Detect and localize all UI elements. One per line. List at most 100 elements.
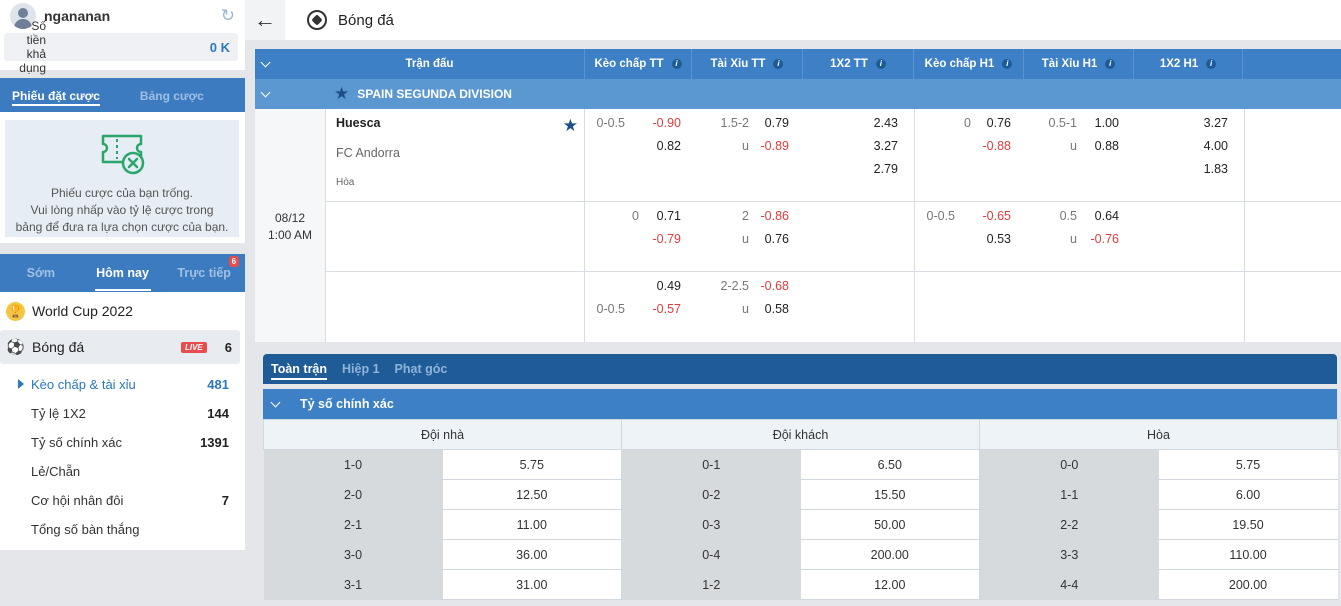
sport-world-cup[interactable]: 🏆 World Cup 2022 [0, 294, 240, 328]
ou-line: 0.5-1 [1048, 116, 1078, 130]
tab-full-match[interactable]: Toàn trận [271, 362, 328, 380]
col-match: Trận đấu [275, 49, 585, 79]
odds-value[interactable]: 0.88 [1079, 139, 1119, 153]
soccer-ball-icon [307, 10, 327, 30]
score-odds[interactable]: 5.75 [1158, 449, 1338, 480]
odds-value[interactable]: 0.76 [971, 116, 1011, 130]
bet-slip-tabs: Phiếu đặt cược Bảng cược [0, 78, 245, 112]
col-draw: Hòa [979, 419, 1338, 450]
odds-value[interactable]: -0.86 [749, 209, 790, 223]
bet-type-total-goals[interactable]: Tổng số bàn thắng [0, 515, 245, 544]
league-chevron-icon[interactable] [255, 87, 275, 97]
odds-value[interactable]: -0.76 [1079, 232, 1120, 246]
col-1x2-ft-label: 1X2 TT [830, 58, 868, 70]
odds-value[interactable]: -0.65 [971, 209, 1012, 223]
odds-value[interactable]: -0.90 [641, 116, 682, 130]
odds-value[interactable]: 0.71 [641, 209, 681, 223]
tab-bet-slip[interactable]: Phiếu đặt cược [12, 78, 100, 112]
odds-value[interactable]: 3.27 [858, 139, 898, 153]
col-hdp-ft-label: Kèo chấp TT [594, 58, 664, 70]
odds-value[interactable]: 0.82 [641, 139, 681, 153]
score-odds[interactable]: 200.00 [800, 539, 980, 570]
info-icon[interactable]: i [1206, 59, 1217, 69]
score-odds[interactable]: 36.00 [442, 539, 622, 570]
tab-live[interactable]: Trực tiếp 6 [163, 254, 245, 292]
col-home: Đội nhà [263, 419, 622, 450]
odds-value[interactable]: 1.83 [1188, 162, 1228, 176]
col-match-label: Trận đấu [405, 58, 454, 70]
info-icon[interactable]: i [773, 59, 784, 69]
left-sidebar: ngananan ↻ Số tiền khả dụng 0 K Phiếu đặ… [0, 0, 245, 606]
h1-odds-cell: 0-0.5 -0.65 0.53 0.5 0.64 u -0.76 [915, 202, 1245, 271]
league-star-icon[interactable]: ★ [334, 84, 349, 104]
odds-value[interactable]: 1.00 [1079, 116, 1119, 130]
league-name: SPAIN SEGUNDA DIVISION [357, 87, 512, 101]
score-odds[interactable]: 6.50 [800, 449, 980, 480]
ou-line: 2-2.5 [720, 279, 750, 293]
app-root: ngananan ↻ Số tiền khả dụng 0 K Phiếu đặ… [0, 0, 1341, 606]
odds-value[interactable]: -0.89 [749, 139, 790, 153]
empty-ticket-icon [101, 134, 145, 175]
tab-early[interactable]: Sớm [0, 254, 82, 292]
match-teams-cell [326, 272, 585, 342]
collapse-all-chevron-icon[interactable] [255, 49, 275, 79]
tab-today[interactable]: Hôm nay [82, 254, 164, 292]
odds-value[interactable]: 4.00 [1188, 139, 1228, 153]
odds-value[interactable]: 3.27 [1188, 116, 1228, 130]
info-icon[interactable]: i [1002, 59, 1013, 69]
score-odds[interactable]: 50.00 [800, 509, 980, 540]
odds-value[interactable]: 2.43 [858, 116, 898, 130]
score-odds[interactable]: 200.00 [1158, 569, 1338, 600]
correct-score-header[interactable]: Tỷ số chính xác [263, 389, 1337, 419]
score-odds[interactable]: 12.00 [800, 569, 980, 600]
tab-bet-list[interactable]: Bảng cược [140, 78, 204, 112]
odds-value[interactable]: -0.79 [641, 232, 682, 246]
bet-type-handicap-ou[interactable]: Kèo chấp & tài xỉu 481 [0, 370, 245, 399]
odds-value[interactable]: 0.49 [641, 279, 681, 293]
tab-early-label: Sớm [26, 266, 55, 280]
league-row[interactable]: ★ SPAIN SEGUNDA DIVISION [255, 79, 1341, 109]
bet-type-odd-even[interactable]: Lẻ/Chẵn [0, 457, 245, 486]
odds-value[interactable]: 0.53 [971, 232, 1011, 246]
match-time: 1:00 AM [267, 228, 313, 242]
bet-type-double-chance[interactable]: Cơ hội nhân đôi 7 [0, 486, 245, 515]
score-label: 2-2 [979, 509, 1159, 540]
bet-type-count: 481 [207, 377, 229, 392]
info-icon[interactable]: i [671, 59, 682, 69]
info-icon[interactable]: i [875, 59, 886, 69]
bet-type-label: Tỷ lệ 1X2 [31, 406, 86, 421]
tab-corners[interactable]: Phạt góc [395, 362, 448, 376]
info-icon[interactable]: i [1105, 59, 1116, 69]
refresh-icon[interactable]: ↻ [221, 6, 235, 26]
odds-value[interactable]: -0.68 [749, 279, 790, 293]
tab-first-half[interactable]: Hiệp 1 [342, 362, 380, 376]
odds-value[interactable]: -0.88 [971, 139, 1012, 153]
score-odds[interactable]: 11.00 [442, 509, 622, 540]
score-odds[interactable]: 15.50 [800, 479, 980, 510]
score-odds[interactable]: 31.00 [442, 569, 622, 600]
back-arrow-icon[interactable]: ← [245, 0, 285, 40]
odds-value[interactable]: 0.64 [1079, 209, 1119, 223]
bet-type-label: Tỷ số chính xác [31, 435, 123, 450]
score-odds[interactable]: 19.50 [1158, 509, 1338, 540]
sport-football[interactable]: ⚽ Bóng đá LIVE 6 [0, 330, 240, 364]
bet-type-1x2[interactable]: Tỷ lệ 1X2 144 [0, 399, 245, 428]
empty-text-3: bảng để đưa ra lựa chọn cược của bạn. [15, 220, 229, 234]
score-label: 1-2 [621, 569, 801, 600]
odds-value[interactable]: 0.76 [749, 232, 789, 246]
bet-slip-empty: Phiếu cược của bạn trống. Vui lòng nhấp … [5, 120, 239, 237]
score-label: 0-1 [621, 449, 801, 480]
favorite-star-icon[interactable]: ★ [563, 116, 578, 136]
odds-value[interactable]: -0.57 [641, 302, 682, 316]
bet-type-correct-score[interactable]: Tỷ số chính xác 1391 [0, 428, 245, 457]
ft-odds-cell: 0-0.5 -0.90 0.82 1.5-2 0.79 u -0.89 2.43… [585, 109, 915, 201]
odds-value[interactable]: 2.79 [858, 162, 898, 176]
score-odds[interactable]: 110.00 [1158, 539, 1338, 570]
odds-value[interactable]: 0.58 [749, 302, 789, 316]
section-chevron-icon[interactable] [265, 397, 285, 407]
score-odds[interactable]: 12.50 [442, 479, 622, 510]
bet-slip: Phiếu đặt cược Bảng cược Phiếu cược của … [0, 78, 245, 243]
score-odds[interactable]: 6.00 [1158, 479, 1338, 510]
odds-value[interactable]: 0.79 [749, 116, 789, 130]
score-odds[interactable]: 5.75 [442, 449, 622, 480]
